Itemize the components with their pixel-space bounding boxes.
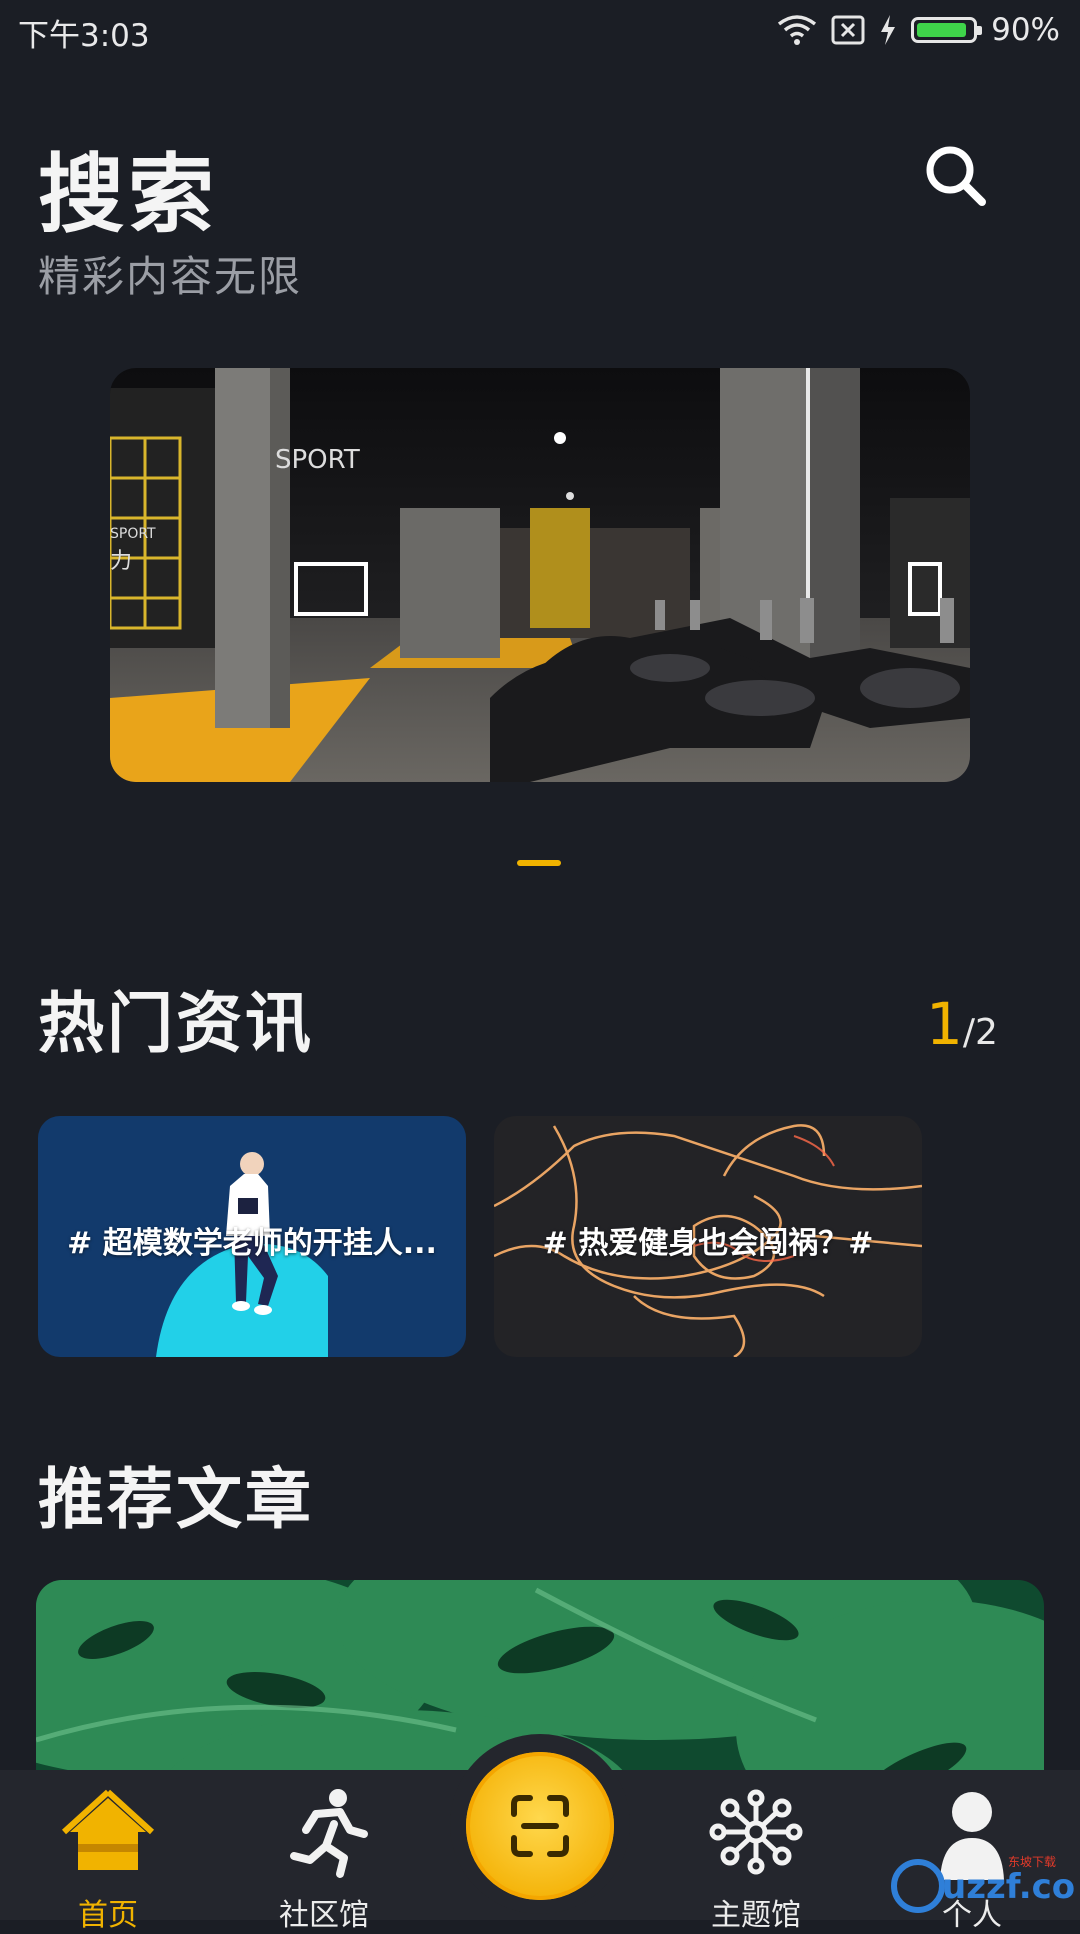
status-time: 下午3:03 xyxy=(18,18,150,54)
sign-text: SPORT xyxy=(275,445,360,475)
charging-icon xyxy=(881,15,896,45)
nav-item-theme[interactable]: 主题馆 xyxy=(686,1784,826,1933)
pager-separator: / xyxy=(962,1012,976,1053)
page-title: 搜索 xyxy=(38,145,218,245)
sign-text-2: SPORT xyxy=(110,526,156,542)
card-label: # 热爱健身也会闯祸？# xyxy=(542,1226,874,1261)
pager-total: 2 xyxy=(975,1012,998,1053)
battery-percent: 90% xyxy=(991,12,1060,48)
watermark-logo: uzzf.com 东坡下载 xyxy=(890,1852,1080,1916)
no-sim-icon xyxy=(831,15,865,45)
nav-label: 社区馆 xyxy=(279,1898,369,1933)
page-subtitle: 精彩内容无限 xyxy=(38,252,303,301)
pager-current: 1 xyxy=(926,990,963,1058)
search-icon[interactable] xyxy=(920,140,990,210)
home-icon xyxy=(61,1789,155,1870)
card-label: # 超模数学老师的开挂人... xyxy=(67,1226,437,1261)
wifi-icon xyxy=(778,15,817,45)
status-bar: 下午3:03 90% xyxy=(0,0,1080,62)
recommended-title: 推荐文章 xyxy=(38,1461,314,1538)
nav-item-community[interactable]: 社区馆 xyxy=(254,1784,394,1933)
status-right: 90% xyxy=(777,10,1060,50)
scan-icon xyxy=(511,1795,569,1857)
nav-label: 首页 xyxy=(78,1898,138,1933)
banner-page-indicator xyxy=(517,860,561,866)
battery-icon xyxy=(911,17,983,43)
nav-item-home[interactable]: 首页 xyxy=(38,1784,178,1933)
battery-fill xyxy=(917,23,967,37)
hot-news-card[interactable]: # 超模数学老师的开挂人... xyxy=(38,1116,466,1357)
hot-news-title: 热门资讯 xyxy=(38,985,314,1062)
watermark-text: uzzf.com xyxy=(942,1867,1076,1907)
nav-label: 主题馆 xyxy=(711,1898,801,1933)
molecule-icon xyxy=(709,1789,803,1875)
sign-text-3: 力 xyxy=(110,549,132,574)
banner-image[interactable]: SPORT SPORT 力 xyxy=(110,368,970,782)
gym-interior-image: SPORT SPORT 力 xyxy=(110,368,970,782)
hot-news-card[interactable]: # 热爱健身也会闯祸？# xyxy=(494,1116,922,1357)
watermark-tag: 东坡下载 xyxy=(1008,1855,1056,1869)
hot-news-pager: 1 / 2 xyxy=(926,990,998,1058)
scan-button[interactable] xyxy=(466,1752,614,1900)
running-person-icon xyxy=(290,1789,368,1878)
